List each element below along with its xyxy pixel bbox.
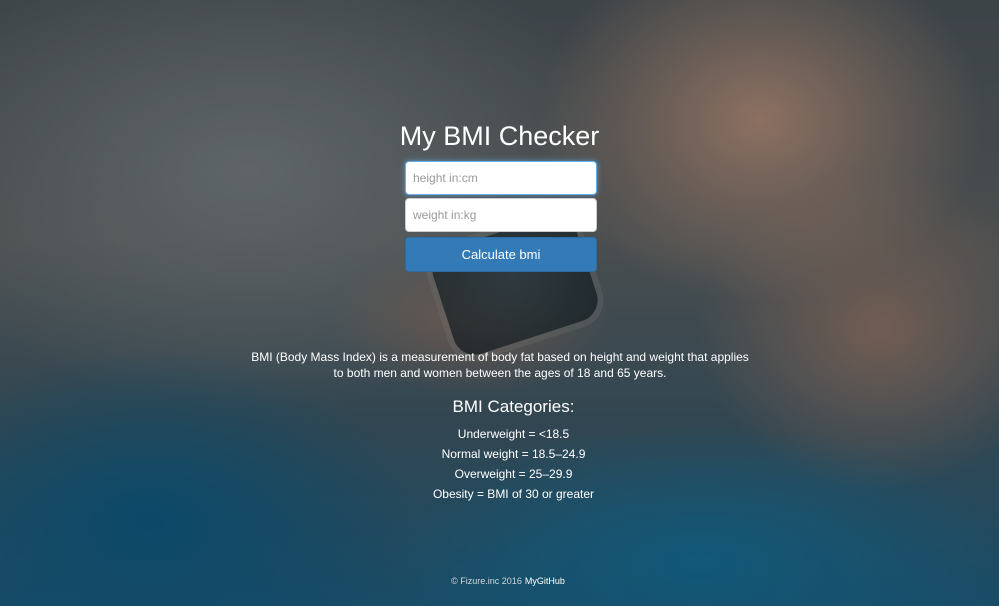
footer: © Fizure.inc 2016 MyGitHub <box>0 575 999 587</box>
github-link[interactable]: MyGitHub <box>525 576 565 586</box>
footer-copyright: © Fizure.inc 2016 <box>451 576 522 586</box>
height-input[interactable] <box>405 161 597 195</box>
bmi-description: BMI (Body Mass Index) is a measurement o… <box>251 350 749 380</box>
weight-input[interactable] <box>405 198 597 232</box>
bmi-categories-list: Underweight = <18.5 Normal weight = 18.5… <box>0 424 999 504</box>
main-content: My BMI Checker Calculate bmi BMI (Body M… <box>0 0 999 606</box>
page: My BMI Checker Calculate bmi BMI (Body M… <box>0 0 999 606</box>
category-overweight: Overweight = 25–29.9 <box>454 467 573 481</box>
category-normal-weight: Normal weight = 18.5–24.9 <box>441 447 586 461</box>
category-obesity: Obesity = BMI of 30 or greater <box>432 487 595 501</box>
calculate-bmi-button[interactable]: Calculate bmi <box>405 237 597 272</box>
bmi-categories-title: BMI Categories: <box>452 397 575 416</box>
category-underweight: Underweight = <18.5 <box>457 427 570 441</box>
page-title: My BMI Checker <box>399 121 600 151</box>
